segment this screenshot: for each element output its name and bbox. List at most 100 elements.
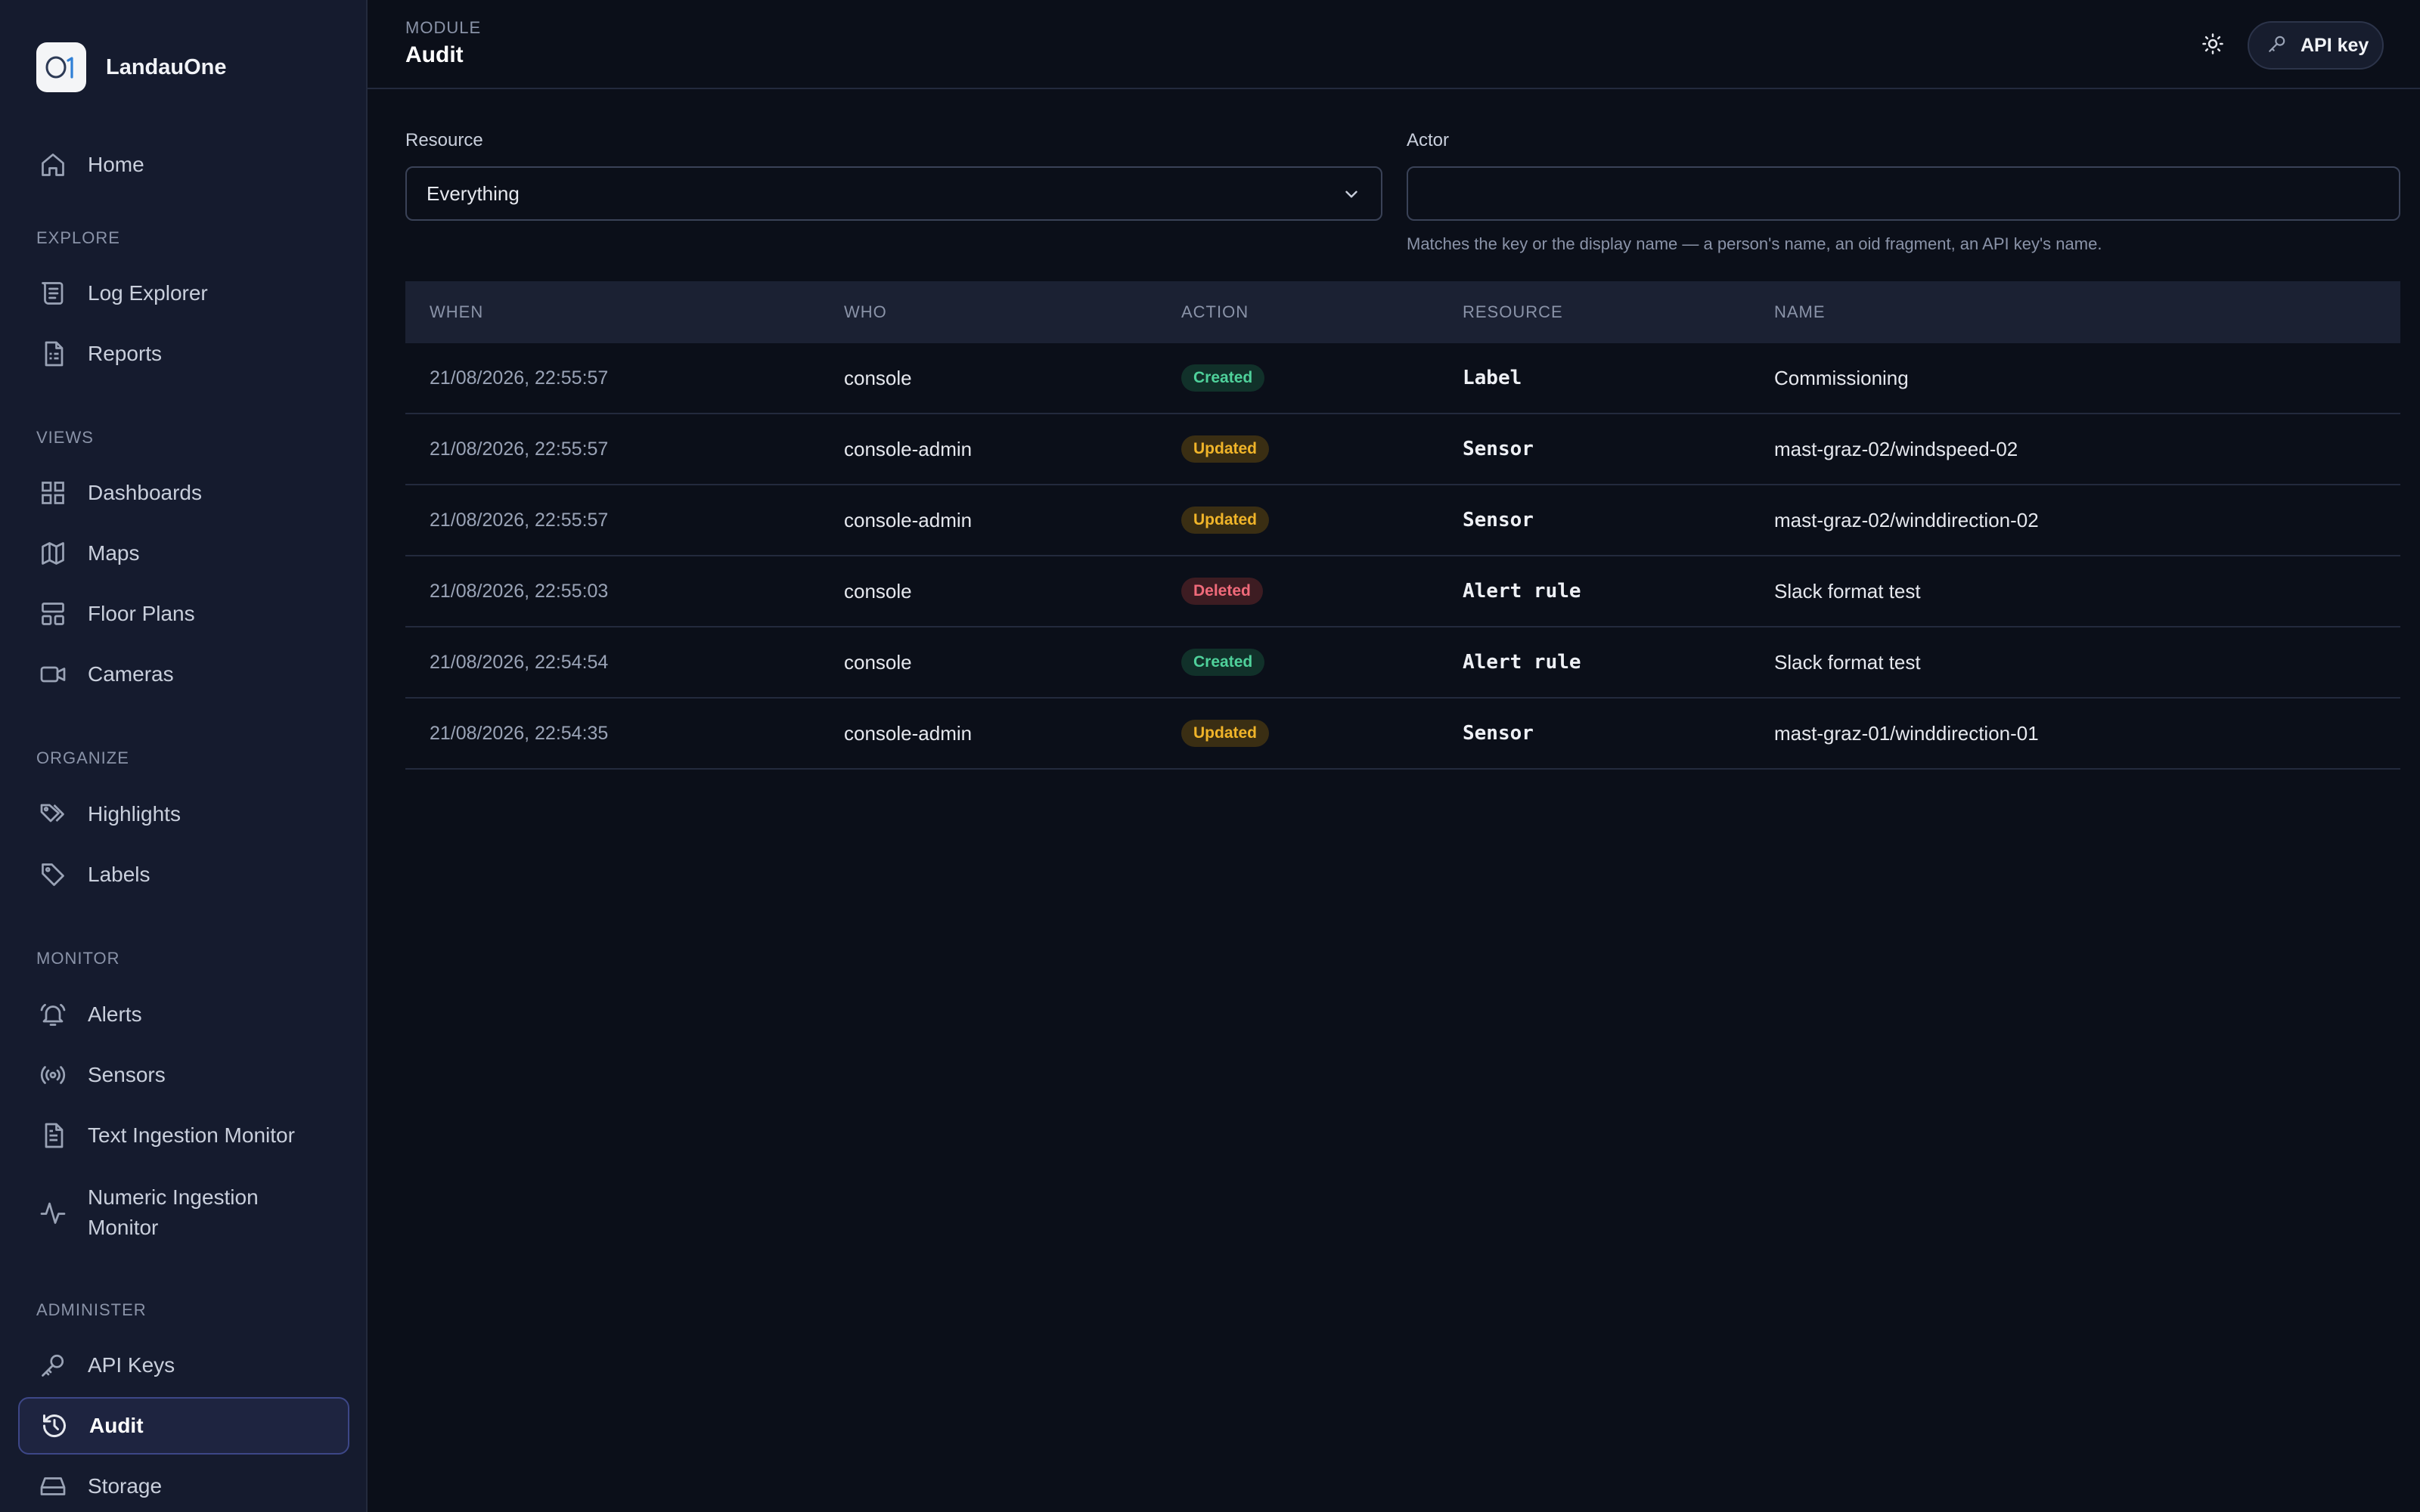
sidebar-item-api-keys[interactable]: API Keys	[18, 1337, 349, 1394]
activity-icon	[36, 1196, 70, 1229]
table-row[interactable]: 21/08/2026, 22:54:54 console Created Ale…	[405, 627, 2400, 699]
sidebar-item-label: API Keys	[88, 1353, 175, 1377]
actor-hint: Matches the key or the display name — a …	[1407, 234, 2102, 253]
column-action[interactable]: ACTION	[1181, 302, 1463, 322]
map-icon	[36, 537, 70, 570]
label-line-2: Monitor	[88, 1216, 159, 1239]
brand[interactable]: LandauOne	[0, 0, 366, 92]
dashboard-icon	[36, 476, 70, 510]
cell-when: 21/08/2026, 22:54:35	[430, 722, 609, 744]
column-name[interactable]: NAME	[1774, 302, 2400, 322]
sidebar-item-maps[interactable]: Maps	[18, 525, 349, 582]
section-monitor: MONITOR	[36, 949, 120, 968]
actor-input[interactable]	[1407, 166, 2400, 221]
floor-plan-icon	[36, 597, 70, 631]
sidebar-item-cameras[interactable]: Cameras	[18, 646, 349, 703]
sidebar-item-dashboards[interactable]: Dashboards	[18, 464, 349, 522]
sidebar-item-label: Cameras	[88, 662, 174, 686]
table-row[interactable]: 21/08/2026, 22:55:57 console-admin Updat…	[405, 414, 2400, 485]
table-row[interactable]: 21/08/2026, 22:54:35 console-admin Updat…	[405, 699, 2400, 770]
key-icon	[2267, 34, 2287, 57]
section-organize: ORGANIZE	[36, 748, 129, 767]
cell-name: mast-graz-01/winddirection-01	[1774, 721, 2039, 745]
cell-name: mast-graz-02/windspeed-02	[1774, 437, 2018, 460]
table-row[interactable]: 21/08/2026, 22:55:57 console Created Lab…	[405, 343, 2400, 414]
cell-when: 21/08/2026, 22:55:57	[430, 367, 609, 389]
cell-resource: Alert rule	[1463, 580, 1581, 603]
sidebar-item-home[interactable]: Home	[18, 136, 349, 194]
cell-who: console	[844, 579, 912, 603]
action-badge: Updated	[1181, 435, 1269, 463]
cell-name: Slack format test	[1774, 650, 1921, 674]
cell-who: console	[844, 650, 912, 674]
broadcast-icon	[36, 1058, 70, 1092]
sidebar: LandauOne Home EXPLORE Log Explorer Repo…	[0, 0, 368, 1512]
scroll-icon	[36, 277, 70, 310]
column-who[interactable]: WHO	[844, 302, 1181, 322]
sidebar-item-labels[interactable]: Labels	[18, 846, 349, 903]
sun-icon	[2201, 33, 2224, 59]
action-badge: Deleted	[1181, 578, 1263, 605]
cell-who: console-admin	[844, 508, 973, 531]
cell-resource: Label	[1463, 367, 1522, 389]
chevron-down-icon	[1342, 184, 1361, 208]
sidebar-item-label: Home	[88, 153, 144, 176]
cell-resource: Sensor	[1463, 509, 1534, 531]
sidebar-item-text-ingestion-monitor[interactable]: Text Ingestion Monitor	[18, 1107, 349, 1164]
sidebar-item-label: Floor Plans	[88, 602, 195, 625]
sidebar-item-sensors[interactable]: Sensors	[18, 1046, 349, 1104]
table-row[interactable]: 21/08/2026, 22:55:57 console-admin Updat…	[405, 485, 2400, 556]
cell-name: mast-graz-02/winddirection-02	[1774, 508, 2039, 531]
sidebar-item-alerts[interactable]: Alerts	[18, 986, 349, 1043]
resource-select[interactable]: Everything	[405, 166, 1382, 221]
app-name: LandauOne	[106, 54, 227, 79]
column-when[interactable]: WHEN	[405, 302, 844, 322]
page-title: Audit	[405, 42, 464, 67]
sidebar-item-highlights[interactable]: Highlights	[18, 785, 349, 843]
api-key-button[interactable]: API key	[2248, 21, 2384, 70]
api-key-button-label: API key	[2301, 34, 2369, 56]
cell-when: 21/08/2026, 22:54:54	[430, 651, 609, 673]
table-header: WHEN WHO ACTION RESOURCE NAME	[405, 281, 2400, 343]
table-row[interactable]: 21/08/2026, 22:55:03 console Deleted Ale…	[405, 556, 2400, 627]
action-badge: Created	[1181, 649, 1265, 676]
app-logo	[36, 42, 86, 92]
sidebar-item-label: Audit	[89, 1414, 144, 1437]
main-content: MODULE Audit API key Resource Everything…	[368, 0, 2420, 1512]
sidebar-item-label: Alerts	[88, 1002, 142, 1026]
action-badge: Updated	[1181, 507, 1269, 534]
sidebar-item-label: Text Ingestion Monitor	[88, 1123, 295, 1147]
sidebar-item-audit[interactable]: Audit	[18, 1397, 349, 1455]
camera-icon	[36, 658, 70, 691]
top-bar: MODULE Audit API key	[368, 0, 2420, 89]
report-icon	[36, 337, 70, 370]
actor-label: Actor	[1407, 130, 1450, 150]
history-icon	[38, 1409, 71, 1442]
sidebar-item-label: Maps	[88, 541, 140, 565]
sidebar-item-label: Storage	[88, 1474, 163, 1498]
document-icon	[36, 1119, 70, 1152]
cell-when: 21/08/2026, 22:55:57	[430, 509, 609, 531]
cell-when: 21/08/2026, 22:55:03	[430, 580, 609, 602]
sidebar-item-storage[interactable]: Storage	[18, 1458, 349, 1512]
cell-name: Slack format test	[1774, 579, 1921, 603]
theme-toggle-button[interactable]	[2193, 26, 2232, 65]
sidebar-item-log-explorer[interactable]: Log Explorer	[18, 265, 349, 322]
sidebar-item-label: Labels	[88, 863, 150, 886]
sidebar-item-reports[interactable]: Reports	[18, 325, 349, 383]
sidebar-item-label: Dashboards	[88, 481, 202, 504]
cell-when: 21/08/2026, 22:55:57	[430, 438, 609, 460]
cell-who: console-admin	[844, 721, 973, 745]
section-administer: ADMINISTER	[36, 1300, 147, 1319]
sidebar-item-floor-plans[interactable]: Floor Plans	[18, 585, 349, 643]
cell-who: console	[844, 366, 912, 389]
home-icon	[36, 148, 70, 181]
tags-icon	[36, 798, 70, 831]
resource-label: Resource	[405, 130, 483, 150]
column-resource[interactable]: RESOURCE	[1463, 302, 1774, 322]
cell-resource: Sensor	[1463, 722, 1534, 745]
module-label: MODULE	[405, 18, 482, 37]
sidebar-item-numeric-ingestion-monitor[interactable]: Numeric Ingestion Monitor	[18, 1175, 349, 1250]
bell-icon	[36, 998, 70, 1031]
action-badge: Updated	[1181, 720, 1269, 747]
